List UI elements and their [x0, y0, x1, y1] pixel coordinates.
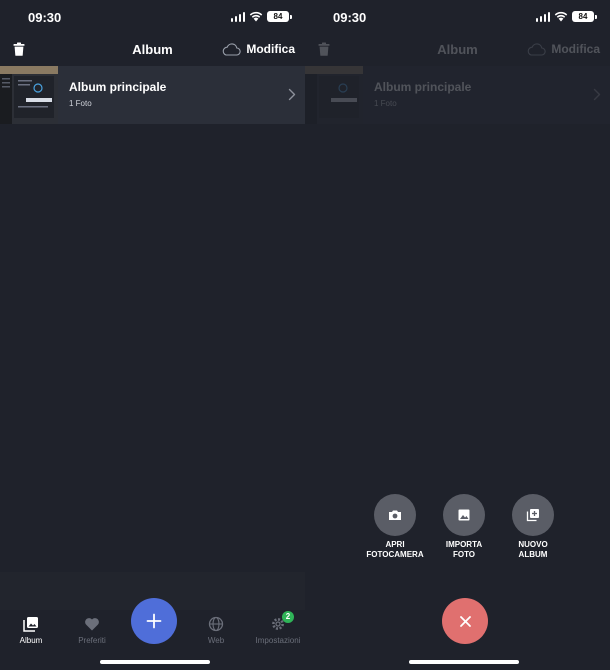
action-label: IMPORTA FOTO	[445, 540, 483, 559]
trash-icon	[318, 42, 330, 56]
open-camera-action[interactable]: APRI FOTOCAMERA	[363, 494, 427, 560]
import-photo-button[interactable]	[443, 494, 485, 536]
globe-icon	[208, 616, 224, 632]
tab-preferiti[interactable]: Preferiti	[62, 616, 122, 645]
action-label: NUOVO ALBUM	[518, 540, 548, 559]
image-icon	[458, 509, 470, 521]
plus-icon	[146, 613, 162, 629]
status-icons: 84	[230, 11, 292, 22]
album-screen: 09:30 84 Album Modifica Album principale…	[0, 0, 305, 670]
album-screen-menu-open: 09:30 84 Album Modifica Album principale…	[305, 0, 610, 670]
wifi-icon	[249, 11, 263, 22]
album-count: 1 Foto	[374, 99, 397, 108]
thumbnail-image	[305, 66, 363, 124]
tab-label: Preferiti	[78, 636, 106, 645]
add-album-icon	[526, 509, 539, 522]
home-indicator	[409, 660, 519, 664]
import-photo-action[interactable]: IMPORTA FOTO	[432, 494, 496, 560]
new-album-button[interactable]	[512, 494, 554, 536]
dimmed-content: Album Modifica Album principale 1 Foto	[305, 0, 610, 670]
tab-label: Album	[19, 636, 43, 645]
action-label: APRI FOTOCAMERA	[366, 540, 424, 559]
settings-badge: 2	[282, 611, 294, 623]
photos-icon	[23, 617, 38, 632]
close-menu-button[interactable]	[442, 598, 488, 644]
thumbnail-image	[0, 66, 58, 124]
album-row[interactable]: Album principale 1 Foto	[0, 66, 305, 124]
status-bar: 09:30 84	[0, 0, 305, 36]
tab-web[interactable]: Web	[186, 616, 246, 645]
add-button[interactable]	[131, 598, 177, 644]
album-name: Album principale	[374, 80, 472, 94]
new-album-action[interactable]: NUOVO ALBUM	[501, 494, 565, 560]
nav-bar: Album Modifica	[305, 36, 610, 64]
edit-label: Modifica	[246, 42, 295, 56]
tab-label: Web	[207, 636, 225, 645]
nav-bar: Album Modifica	[0, 36, 305, 64]
tab-impostazioni[interactable]: 2 Impostazioni	[248, 611, 305, 645]
album-thumbnail	[305, 66, 363, 124]
chevron-right-icon	[288, 88, 296, 101]
open-camera-button[interactable]	[374, 494, 416, 536]
album-thumbnail	[0, 66, 58, 124]
cloud-icon	[223, 42, 242, 56]
tab-album[interactable]: Album	[1, 616, 61, 645]
album-name: Album principale	[69, 80, 167, 94]
edit-label: Modifica	[551, 42, 600, 56]
tab-label: Impostazioni	[255, 636, 301, 645]
battery-icon: 84	[267, 11, 292, 22]
chevron-right-icon	[593, 88, 601, 101]
cloud-icon	[528, 42, 547, 56]
signal-icon	[230, 11, 245, 22]
album-count: 1 Foto	[69, 99, 92, 108]
edit-button: Modifica	[526, 42, 600, 56]
trash-icon[interactable]	[13, 42, 25, 56]
album-row: Album principale 1 Foto	[305, 66, 610, 124]
camera-icon	[389, 510, 401, 520]
edit-button[interactable]: Modifica	[221, 42, 295, 56]
close-icon	[459, 615, 471, 627]
status-time: 09:30	[28, 10, 62, 25]
home-indicator	[100, 660, 210, 664]
heart-icon	[85, 618, 99, 631]
